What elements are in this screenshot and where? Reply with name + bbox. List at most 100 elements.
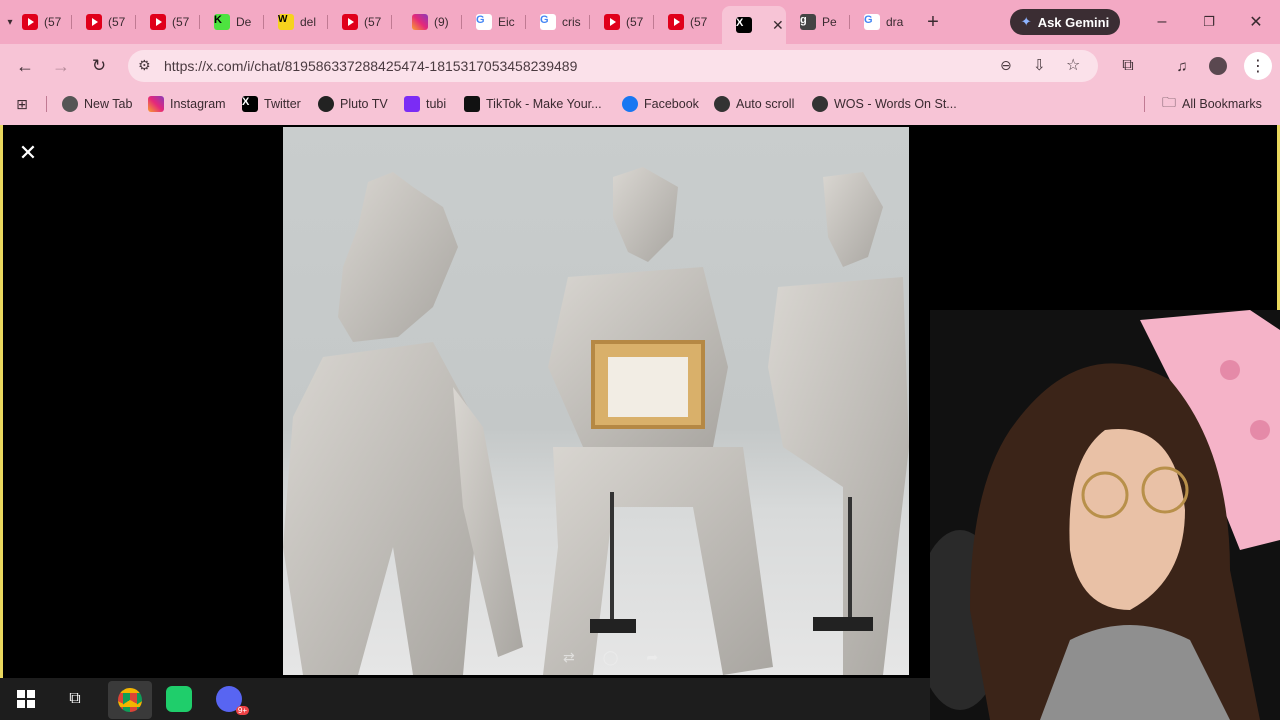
- bookmark-twitter[interactable]: X Twitter: [242, 94, 301, 114]
- tab-label: (57: [690, 15, 708, 29]
- ask-gemini-button[interactable]: ✦ Ask Gemini: [1010, 9, 1120, 35]
- discord-icon[interactable]: 9+: [213, 683, 249, 715]
- tab-youtube-1[interactable]: (57: [8, 8, 72, 36]
- bookmark-label: Pluto TV: [340, 97, 388, 111]
- site-info-icon[interactable]: ⚙: [138, 57, 151, 74]
- apps-grid-icon[interactable]: ⊞: [12, 94, 32, 114]
- minimize-icon[interactable]: –: [1150, 10, 1174, 34]
- globe-icon: [714, 96, 730, 112]
- tab-label: (57: [364, 15, 382, 29]
- tab-youtube-6[interactable]: (57: [654, 8, 718, 36]
- browser-chrome: ▾ (57 (57 (57 K De W del (57 (9) G Eic G…: [0, 0, 1280, 125]
- tab-label: (57: [108, 15, 126, 29]
- tab-x-active[interactable]: X ✕: [722, 6, 786, 44]
- url-text[interactable]: https://x.com/i/chat/819586337288425474-…: [164, 58, 577, 74]
- bookmark-label: Facebook: [644, 97, 699, 111]
- instagram-icon: [148, 96, 164, 112]
- tab-label: De: [236, 15, 252, 29]
- tab-youtube-3[interactable]: (57: [136, 8, 200, 36]
- bookmark-instagram[interactable]: Instagram: [148, 94, 226, 114]
- all-bookmarks-button[interactable]: 🗀 All Bookmarks: [1162, 94, 1262, 114]
- tab-youtube-4[interactable]: (57: [328, 8, 392, 36]
- instagram-icon: [412, 14, 428, 30]
- tab-kick[interactable]: K De: [200, 8, 264, 36]
- tab-label: (57: [626, 15, 644, 29]
- profile-avatar[interactable]: [1206, 54, 1230, 78]
- x-icon: X: [242, 96, 258, 112]
- bookmark-auto-scroll[interactable]: Auto scroll: [714, 94, 794, 114]
- notification-badge: 9+: [235, 706, 249, 715]
- task-view-icon[interactable]: ⧉: [59, 683, 91, 715]
- google-icon: G: [540, 14, 556, 30]
- tab-label: Eic: [498, 15, 515, 29]
- bookmark-label: Instagram: [170, 97, 226, 111]
- tab-label: dra: [886, 15, 904, 29]
- bookmark-star-icon[interactable]: ☆: [1066, 55, 1080, 75]
- tweet-actions: ⇄ ◯ ➦: [563, 649, 658, 666]
- tab-google-1[interactable]: G Eic: [462, 8, 526, 36]
- google-icon: G: [476, 14, 492, 30]
- tab-label: del: [300, 15, 317, 29]
- bookmark-wos[interactable]: WOS - Words On St...: [812, 94, 957, 114]
- address-bar[interactable]: ⚙ https://x.com/i/chat/81958633728842547…: [128, 50, 1098, 82]
- bookmark-facebook[interactable]: Facebook: [622, 94, 699, 114]
- close-window-icon[interactable]: ✕: [1244, 10, 1268, 34]
- close-tab-icon[interactable]: ✕: [772, 17, 784, 34]
- bookmark-tubi[interactable]: tubi: [404, 94, 446, 114]
- retweet-icon[interactable]: ⇄: [563, 649, 575, 666]
- globe-icon: [812, 96, 828, 112]
- google-icon: G: [864, 14, 880, 30]
- zoom-icon[interactable]: ⊖: [1000, 57, 1012, 74]
- extensions-icon[interactable]: ⧉: [1116, 54, 1140, 78]
- all-bookmarks-label: All Bookmarks: [1182, 97, 1262, 111]
- youtube-icon: [150, 14, 166, 30]
- facebook-icon: [622, 96, 638, 112]
- reply-icon[interactable]: ◯: [603, 649, 619, 666]
- tab-google-3[interactable]: G dra: [850, 8, 914, 36]
- chrome-taskbar-icon[interactable]: [108, 681, 152, 719]
- youtube-icon: [668, 14, 684, 30]
- restore-icon[interactable]: ❐: [1197, 10, 1221, 34]
- chrome-icon: [62, 96, 78, 112]
- youtube-icon: [86, 14, 102, 30]
- youtube-icon: [604, 14, 620, 30]
- tab-label: cris: [562, 15, 581, 29]
- bookmark-tiktok[interactable]: TikTok - Make Your...: [464, 94, 602, 114]
- folder-icon: 🗀: [1162, 94, 1176, 110]
- bookmark-pluto-tv[interactable]: Pluto TV: [318, 94, 388, 114]
- install-icon[interactable]: ⇩: [1033, 56, 1046, 74]
- windows-start-icon[interactable]: [10, 683, 42, 715]
- tab-label: Pe: [822, 15, 837, 29]
- pluto-tv-icon: [318, 96, 334, 112]
- tab-strip: ▾ (57 (57 (57 K De W del (57 (9) G Eic G…: [0, 0, 1280, 44]
- gemini-icon: ✦: [1020, 14, 1032, 29]
- sculpture-photo[interactable]: ⇄ ◯ ➦: [283, 127, 909, 675]
- webcam-overlay: [930, 310, 1280, 720]
- tab-youtube-5[interactable]: (57: [590, 8, 654, 36]
- media-control-icon[interactable]: ♫: [1170, 54, 1194, 78]
- share-icon[interactable]: ➦: [646, 649, 658, 666]
- streaming-app-icon[interactable]: [163, 683, 195, 715]
- tab-genius[interactable]: g Pe: [786, 8, 850, 36]
- reload-icon[interactable]: ↻: [86, 54, 112, 78]
- bookmark-label: tubi: [426, 97, 447, 111]
- tab-webtoon[interactable]: W del: [264, 8, 328, 36]
- divider: [46, 96, 47, 112]
- back-icon[interactable]: ←: [12, 54, 38, 78]
- tubi-icon: [404, 96, 420, 112]
- close-viewer-icon[interactable]: ✕: [18, 142, 38, 164]
- new-tab-icon[interactable]: +: [922, 10, 944, 34]
- tab-youtube-2[interactable]: (57: [72, 8, 136, 36]
- bookmark-label: WOS - Words On St...: [834, 97, 957, 111]
- tab-google-2[interactable]: G cris: [526, 8, 590, 36]
- x-icon: X: [736, 17, 752, 33]
- tab-instagram[interactable]: (9): [398, 8, 462, 36]
- bookmark-label: TikTok - Make Your...: [486, 97, 602, 111]
- youtube-icon: [22, 14, 38, 30]
- bookmark-new-tab[interactable]: New Tab: [62, 94, 132, 114]
- kick-icon: K: [214, 14, 230, 30]
- forward-icon[interactable]: →: [48, 54, 74, 78]
- menu-icon[interactable]: ⋮: [1244, 52, 1272, 80]
- webcam-image: [930, 310, 1280, 720]
- webtoon-icon: W: [278, 14, 294, 30]
